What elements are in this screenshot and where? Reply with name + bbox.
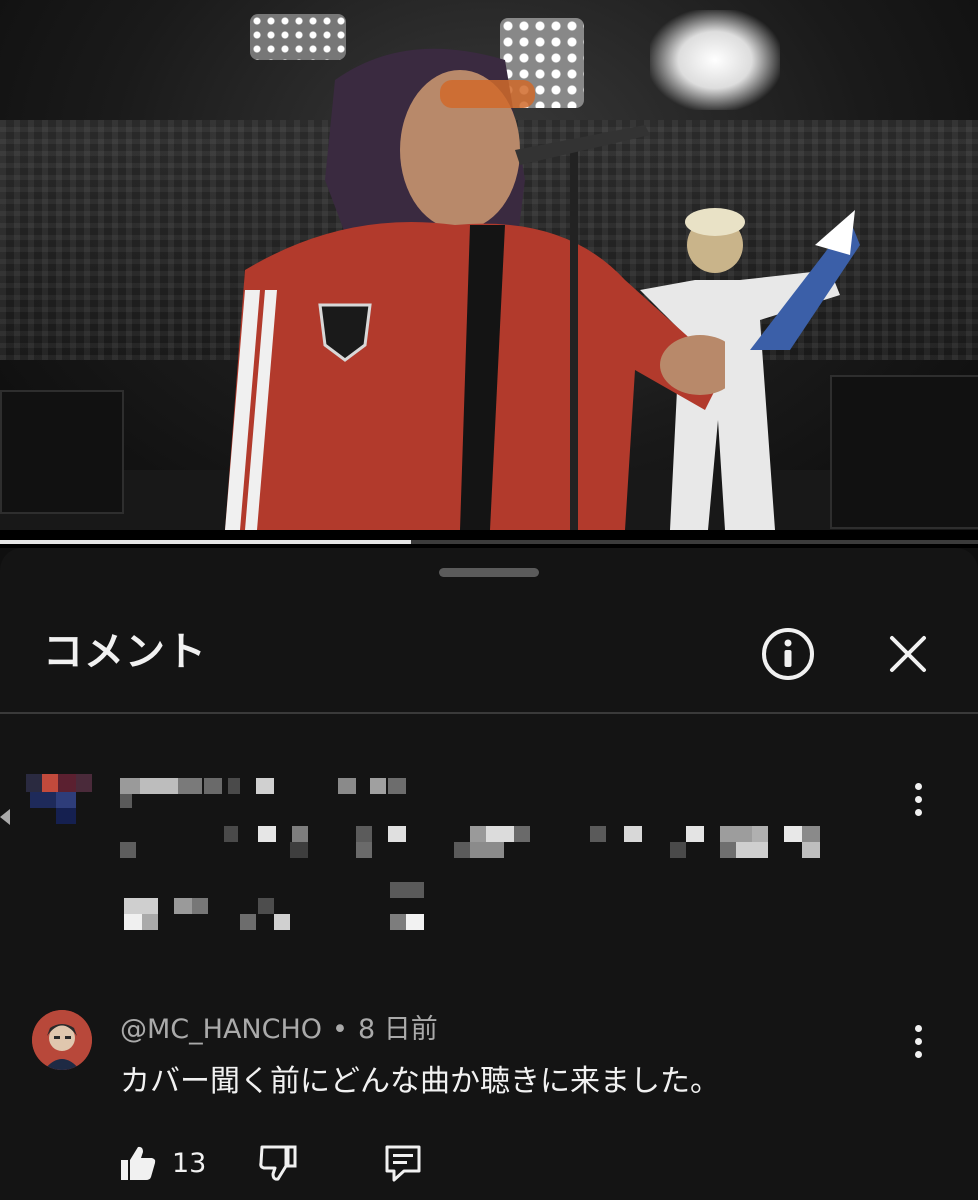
reply-icon <box>385 1145 421 1182</box>
divider <box>0 712 978 714</box>
reply-button[interactable] <box>382 1138 424 1188</box>
redacted-comment-text <box>120 770 830 950</box>
thumbs-down-icon <box>259 1145 297 1181</box>
comment-author[interactable]: @MC_HANCHO <box>120 1014 322 1045</box>
info-icon <box>762 628 814 680</box>
video-progress-bar[interactable] <box>0 540 978 544</box>
video-frame <box>0 0 978 530</box>
like-button[interactable]: 13 <box>118 1138 206 1188</box>
comments-panel: コメント @MC_HANCHO • 8 日前 カバー聞く前にどんな曲か聴きに来ま… <box>0 548 978 1200</box>
dislike-button[interactable] <box>258 1138 298 1188</box>
comment-timestamp: 8 日前 <box>357 1014 438 1045</box>
video-player[interactable] <box>0 0 978 548</box>
comment-actions: 13 <box>0 1138 978 1188</box>
pointer-icon <box>0 809 10 825</box>
avatar-pixelated[interactable] <box>26 774 92 826</box>
close-icon <box>890 636 926 672</box>
singer-figure <box>225 48 725 530</box>
like-count: 13 <box>172 1147 207 1179</box>
avatar[interactable] <box>32 1010 92 1070</box>
comment-menu-button[interactable] <box>906 780 930 820</box>
amplifier <box>0 390 124 514</box>
comment-meta: @MC_HANCHO • 8 日前 <box>120 1012 438 1048</box>
comment-text: カバー聞く前にどんな曲か聴きに来ました。 <box>120 1064 720 1099</box>
thumbs-up-icon <box>121 1146 156 1180</box>
comments-title: コメント <box>43 629 207 675</box>
comment-menu-button[interactable] <box>906 1022 930 1062</box>
close-button[interactable] <box>880 626 936 682</box>
meta-separator: • <box>332 1014 348 1045</box>
video-progress-fill <box>0 540 411 544</box>
drag-handle[interactable] <box>439 568 539 577</box>
info-button[interactable] <box>760 626 816 682</box>
